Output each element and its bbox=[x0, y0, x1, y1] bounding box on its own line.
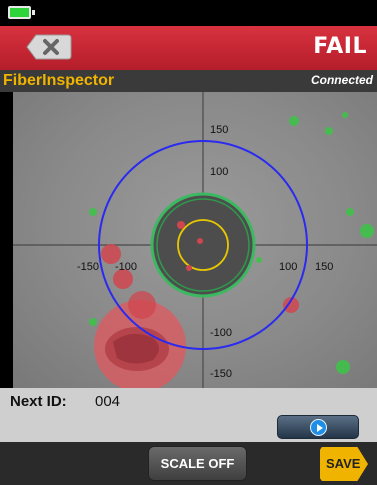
save-button[interactable]: SAVE bbox=[320, 447, 368, 481]
fiber-image: -150 -100 100 150 150 100 -100 -150 bbox=[13, 92, 377, 388]
battery-icon bbox=[8, 6, 35, 19]
x-tick-label: -150 bbox=[77, 261, 99, 273]
play-button[interactable] bbox=[277, 415, 359, 439]
status-bar bbox=[0, 0, 377, 26]
title-bar: FAIL bbox=[0, 26, 377, 70]
defect-spot bbox=[197, 238, 203, 244]
connection-status: Connected bbox=[310, 73, 373, 87]
x-tick-label: 100 bbox=[279, 261, 297, 273]
bottom-toolbar: SCALE OFF SAVE bbox=[0, 442, 377, 485]
y-tick-label: -150 bbox=[210, 368, 232, 380]
fiber-end-face-view: -150 -100 100 150 150 100 -100 -150 bbox=[13, 92, 377, 388]
y-tick-label: -100 bbox=[210, 327, 232, 339]
play-icon bbox=[310, 419, 327, 436]
defect-spot bbox=[177, 221, 185, 229]
app-title: FiberInspector bbox=[3, 72, 115, 89]
x-tick-label: 150 bbox=[315, 261, 333, 273]
y-tick-label: 100 bbox=[210, 166, 228, 178]
info-panel: Next ID: 004 bbox=[0, 388, 377, 442]
next-id-label: Next ID: bbox=[10, 393, 67, 410]
test-result: FAIL bbox=[313, 34, 367, 59]
app-bar: FiberInspector Connected bbox=[0, 70, 377, 92]
close-back-icon[interactable] bbox=[26, 34, 72, 60]
defect-spot bbox=[186, 265, 192, 271]
defect-spot bbox=[128, 291, 156, 319]
y-tick-label: 150 bbox=[210, 124, 228, 136]
core-zone bbox=[150, 192, 256, 298]
scale-toggle-button[interactable]: SCALE OFF bbox=[148, 446, 247, 481]
next-id-value: 004 bbox=[95, 393, 121, 410]
x-tick-label: -100 bbox=[115, 261, 137, 273]
